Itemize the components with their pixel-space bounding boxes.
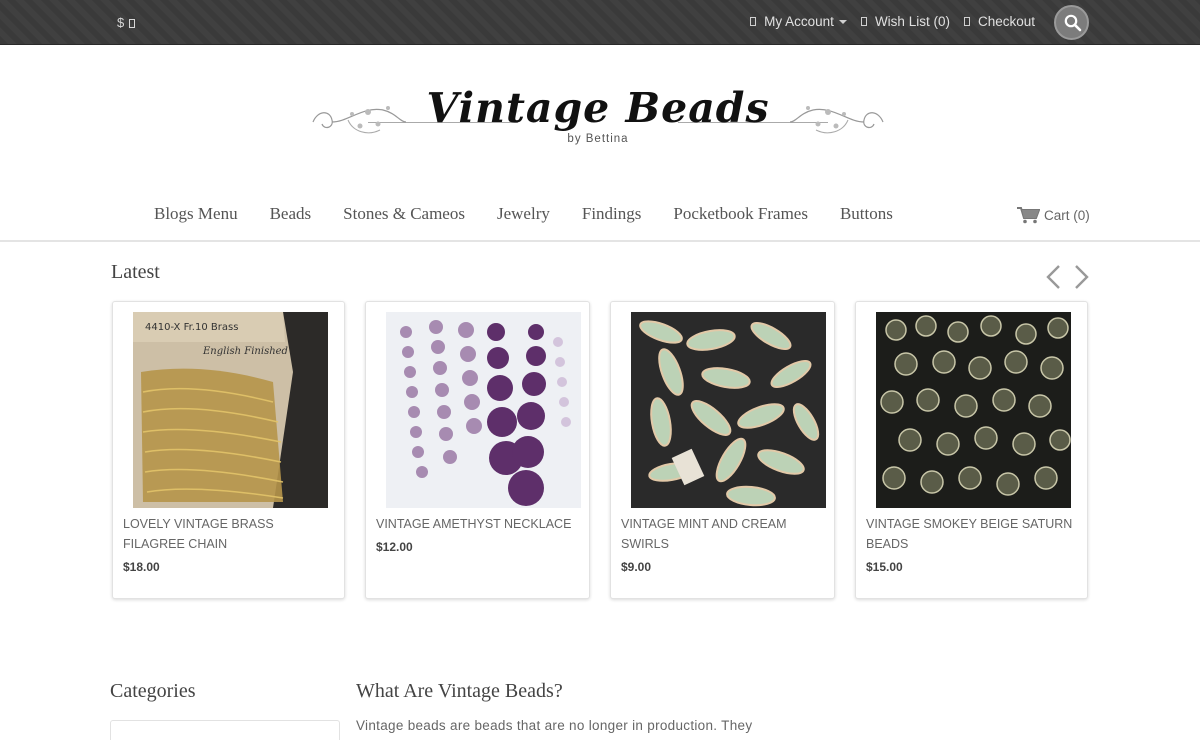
search-button[interactable] xyxy=(1054,5,1089,40)
product-price: $12.00 xyxy=(376,540,413,554)
product-price: $15.00 xyxy=(866,560,903,574)
categories-list xyxy=(110,720,340,740)
product-price: $9.00 xyxy=(621,560,652,574)
chevron-right-icon xyxy=(1075,265,1089,289)
site-logo[interactable]: Vintage Beads by Bettina xyxy=(308,82,888,152)
cart-button[interactable]: Cart (0) xyxy=(1016,206,1090,224)
svg-text:English Finished: English Finished xyxy=(202,346,288,357)
product-name[interactable]: VINTAGE AMETHYST NECKLACE xyxy=(376,514,591,534)
carousel-next-button[interactable] xyxy=(1071,264,1091,290)
currency-symbol: $ xyxy=(117,15,125,30)
product-image-brass-chain[interactable]: 4410-X Fr.10 Brass English Finished xyxy=(133,312,328,508)
logo-subtitle: by Bettina xyxy=(567,133,629,145)
latest-heading: Latest xyxy=(111,261,160,283)
carousel-prev-button[interactable] xyxy=(1044,264,1064,290)
wish-list-label: Wish List (0) xyxy=(874,14,950,29)
currency-selector[interactable]: $ xyxy=(117,15,136,30)
heart-icon xyxy=(860,17,867,26)
checkout-label: Checkout xyxy=(977,14,1035,29)
categories-heading: Categories xyxy=(110,680,196,702)
product-price: $18.00 xyxy=(123,560,160,574)
wish-list-link[interactable]: Wish List (0) xyxy=(860,14,950,29)
nav-item-beads[interactable]: Beads xyxy=(254,204,328,224)
user-icon xyxy=(750,17,757,26)
search-icon xyxy=(1064,14,1082,32)
top-bar: $ My Account Wish List (0) Checkout xyxy=(0,0,1200,45)
content-paragraph: Vintage beads are beads that are no long… xyxy=(356,718,753,733)
product-card[interactable]: 4410-X Fr.10 Brass English Finished LOVE… xyxy=(112,301,345,599)
cart-label: Cart (0) xyxy=(1044,207,1090,223)
cart-icon xyxy=(1017,207,1040,224)
my-account-label: My Account xyxy=(764,14,834,29)
svg-text:4410-X Fr.10 Brass: 4410-X Fr.10 Brass xyxy=(145,322,238,333)
share-icon xyxy=(963,17,970,26)
nav-item-findings[interactable]: Findings xyxy=(566,204,658,224)
content-heading: What Are Vintage Beads? xyxy=(356,680,563,702)
product-card[interactable]: VINTAGE SMOKEY BEIGE SATURN BEADS $15.00 xyxy=(855,301,1088,599)
product-image-mint-cream-swirls[interactable] xyxy=(631,312,826,508)
product-name[interactable]: VINTAGE MINT AND CREAM SWIRLS xyxy=(621,514,836,554)
product-image-smokey-saturn-beads[interactable] xyxy=(876,312,1071,508)
logo-title: Vintage Beads xyxy=(426,84,770,132)
checkout-link[interactable]: Checkout xyxy=(963,14,1035,29)
chevron-left-icon xyxy=(1046,265,1060,289)
product-name[interactable]: LOVELY VINTAGE BRASS FILAGREE CHAIN xyxy=(123,514,338,554)
product-name[interactable]: VINTAGE SMOKEY BEIGE SATURN BEADS xyxy=(866,514,1081,554)
nav-item-jewelry[interactable]: Jewelry xyxy=(481,204,566,224)
product-image-amethyst-necklace[interactable] xyxy=(386,312,581,508)
product-card[interactable]: VINTAGE MINT AND CREAM SWIRLS $9.00 xyxy=(610,301,835,599)
currency-dropdown-icon xyxy=(129,19,136,28)
nav-item-buttons[interactable]: Buttons xyxy=(824,204,909,224)
nav-item-stones-cameos[interactable]: Stones & Cameos xyxy=(327,204,481,224)
main-nav: Blogs Menu Beads Stones & Cameos Jewelry… xyxy=(0,190,1200,242)
chevron-down-icon xyxy=(838,19,847,24)
my-account-link[interactable]: My Account xyxy=(750,14,847,29)
product-card[interactable]: VINTAGE AMETHYST NECKLACE $12.00 xyxy=(365,301,590,599)
nav-item-blogs-menu[interactable]: Blogs Menu xyxy=(138,204,254,224)
nav-item-pocketbook-frames[interactable]: Pocketbook Frames xyxy=(657,204,824,224)
